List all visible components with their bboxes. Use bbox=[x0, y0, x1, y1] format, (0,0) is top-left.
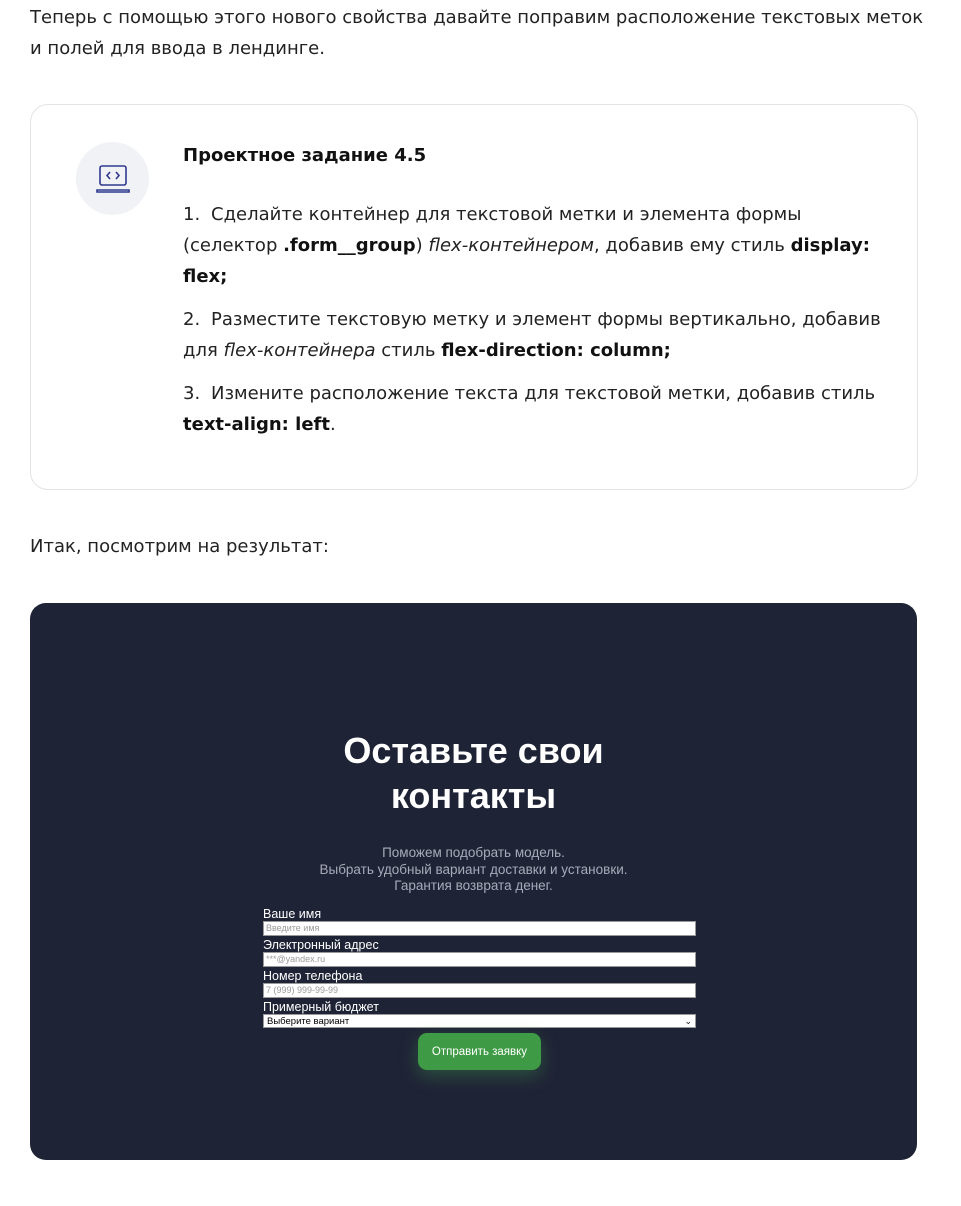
preview-subtitle: Поможем подобрать модель. Выбрать удобны… bbox=[30, 845, 917, 895]
submit-button[interactable]: Отправить заявку bbox=[418, 1033, 541, 1070]
subtitle-line: Поможем подобрать модель. bbox=[382, 845, 565, 860]
step-text: . bbox=[329, 414, 336, 435]
step-code: text-align: left bbox=[183, 414, 330, 435]
outro-paragraph: Итак, посмотрим на результат: bbox=[30, 536, 329, 557]
code-laptop-icon bbox=[95, 164, 130, 193]
task-step-3: 3. Измените расположение текста для текст… bbox=[183, 378, 883, 440]
email-input[interactable]: ***@yandex.ru bbox=[263, 952, 696, 967]
name-label: Ваше имя bbox=[263, 907, 322, 921]
contact-form: Ваше имя Введите имя Электронный адрес *… bbox=[263, 908, 696, 1028]
step-term: flex-контейнером bbox=[428, 235, 594, 256]
task-step-1: 1. Сделайте контейнер для текстовой метки… bbox=[183, 199, 883, 292]
phone-input[interactable]: 7 (999) 999-99-99 bbox=[263, 983, 696, 998]
preview-title-line: контакты bbox=[390, 775, 557, 816]
step-text: стиль bbox=[375, 340, 442, 361]
task-step-2: 2. Разместите текстовую метку и элемент ф… bbox=[183, 304, 883, 366]
step-code: flex-direction: column; bbox=[441, 340, 671, 361]
name-input[interactable]: Введите имя bbox=[263, 921, 696, 936]
step-text: , добавив ему стиль bbox=[593, 235, 791, 256]
intro-paragraph: Теперь с помощью этого нового свойства д… bbox=[30, 7, 924, 59]
subtitle-line: Гарантия возврата денег. bbox=[394, 878, 553, 893]
budget-label: Примерный бюджет bbox=[263, 1000, 379, 1014]
task-icon-badge bbox=[76, 142, 149, 215]
task-title: Проектное задание 4.5 bbox=[183, 145, 427, 166]
step-number: 1. bbox=[183, 204, 201, 225]
step-term: flex-контейнера bbox=[223, 340, 376, 361]
step-text: ) bbox=[415, 235, 429, 256]
step-code: .form__group bbox=[283, 235, 416, 256]
project-task-card: Проектное задание 4.5 1. Сделайте контейн… bbox=[30, 104, 918, 490]
step-number: 3. bbox=[183, 383, 201, 404]
chevron-down-icon: ⌄ bbox=[684, 1015, 692, 1026]
budget-select[interactable]: Выберите вариант ⌄ bbox=[263, 1014, 696, 1028]
budget-select-value: Выберите вариант bbox=[267, 1015, 350, 1027]
landing-preview-screenshot: Оставьте свои контакты Поможем подобрать… bbox=[30, 603, 917, 1160]
email-label: Электронный адрес bbox=[263, 938, 379, 952]
task-steps-list: 1. Сделайте контейнер для текстовой метки… bbox=[183, 199, 883, 452]
preview-title: Оставьте свои контакты bbox=[30, 728, 917, 818]
step-text: Измените расположение текста для текстов… bbox=[211, 383, 876, 404]
preview-title-line: Оставьте свои bbox=[343, 730, 604, 771]
subtitle-line: Выбрать удобный вариант доставки и устан… bbox=[319, 861, 628, 877]
step-number: 2. bbox=[183, 309, 201, 330]
phone-label: Номер телефона bbox=[263, 969, 363, 983]
